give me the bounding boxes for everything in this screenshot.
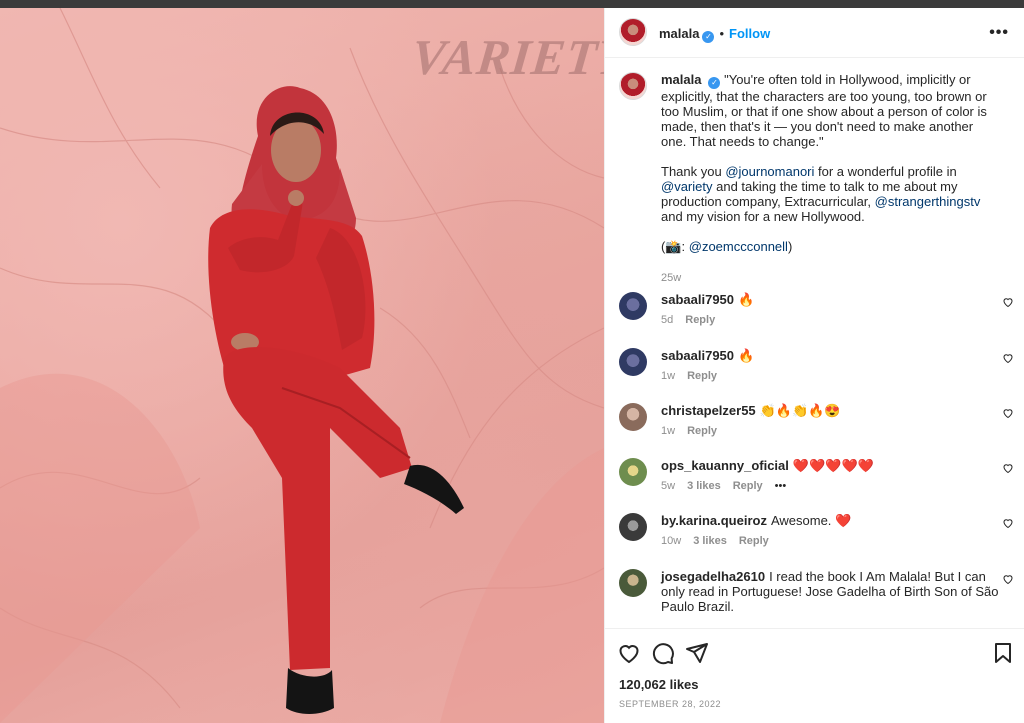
comment-meta: 5d Reply: [661, 314, 727, 326]
caption-credit-prefix: (📸:: [661, 239, 689, 254]
header-username[interactable]: malala: [659, 26, 699, 41]
avatar[interactable]: [619, 348, 647, 376]
comment-meta: 10w 3 likes Reply: [661, 535, 781, 547]
like-heart-icon[interactable]: [617, 641, 641, 665]
magazine-logo: VARIETY: [409, 29, 604, 85]
caption-meta: 25w: [661, 272, 693, 284]
comment-time: 1w: [661, 425, 676, 437]
comment-text: christapelzer55 👏🔥👏🔥😍: [661, 403, 1001, 418]
like-comment-heart-icon[interactable]: [1002, 517, 1014, 529]
comment-meta: 5w 3 likes Reply •••: [661, 480, 798, 492]
caption-credit-suffix: ): [787, 239, 793, 254]
comment-username[interactable]: sabaali7950: [661, 292, 734, 307]
caption-text-part: Thank you: [661, 164, 726, 179]
comment-time: 10w: [661, 535, 682, 547]
comment-text: by.karina.queiroz Awesome. ❤️: [661, 513, 1001, 528]
comment-body: ❤️❤️❤️❤️❤️: [792, 458, 874, 473]
verified-badge-icon: ✓: [708, 77, 721, 89]
reply-button[interactable]: Reply: [685, 314, 715, 326]
mention-link[interactable]: @zoemccconnell: [689, 239, 788, 254]
comment-username[interactable]: by.karina.queiroz: [661, 513, 767, 528]
post-photo[interactable]: VARIETY: [0, 8, 604, 723]
like-comment-heart-icon[interactable]: [1002, 296, 1014, 308]
avatar[interactable]: [619, 458, 647, 486]
likes-count[interactable]: 120,062 likes: [619, 677, 699, 692]
comment-username[interactable]: christapelzer55: [661, 403, 756, 418]
caption-text-part: and my vision for a new Hollywood.: [661, 209, 865, 224]
comment-options-icon[interactable]: •••: [775, 480, 787, 492]
comment-username[interactable]: sabaali7950: [661, 348, 734, 363]
comment-meta: 1w Reply: [661, 370, 729, 382]
comment-meta: 1w Reply: [661, 425, 729, 437]
caption-time: 25w: [661, 272, 682, 284]
caption-text-part: for a wonderful profile in: [814, 164, 957, 179]
avatar[interactable]: [619, 513, 647, 541]
photo-illustration: [0, 8, 604, 723]
post-date: SEPTEMBER 28, 2022: [619, 699, 722, 709]
avatar[interactable]: [619, 403, 647, 431]
mention-link[interactable]: @strangerthingstv: [875, 194, 981, 209]
mention-link[interactable]: @journomanori: [725, 164, 814, 179]
comment-body: 👏🔥👏🔥😍: [759, 403, 841, 418]
comment-body: Awesome. ❤️: [770, 513, 852, 528]
comment-likes[interactable]: 3 likes: [693, 535, 727, 547]
reply-button[interactable]: Reply: [739, 535, 769, 547]
comment-body: 🔥: [738, 348, 755, 363]
comment-text: sabaali7950 🔥: [661, 348, 1001, 363]
top-strip: [0, 0, 1024, 8]
reply-button[interactable]: Reply: [733, 480, 763, 492]
avatar[interactable]: [619, 569, 647, 597]
comment-username[interactable]: ops_kauanny_oficial: [661, 458, 789, 473]
comment-time: 1w: [661, 370, 676, 382]
caption-username[interactable]: malala: [661, 72, 701, 87]
comment-likes[interactable]: 3 likes: [687, 480, 721, 492]
comment-bubble-icon[interactable]: [651, 641, 675, 665]
comment-text: sabaali7950 🔥: [661, 292, 1001, 307]
post-actions: 120,062 likes SEPTEMBER 28, 2022: [605, 628, 1024, 723]
more-horizontal-icon[interactable]: •••: [989, 24, 1009, 42]
post-panel: malala ✓ • Follow ••• malala ✓ "You're often…: [604, 8, 1024, 723]
comment-time: 5d: [661, 314, 674, 326]
caption-text: malala ✓ "You're often told in Hollywood,…: [661, 72, 1001, 254]
verified-badge-icon: ✓: [702, 31, 715, 43]
header-user: malala ✓ • Follow: [659, 25, 770, 43]
avatar[interactable]: [619, 18, 647, 46]
avatar[interactable]: [619, 72, 647, 100]
post-header: malala ✓ • Follow •••: [605, 8, 1024, 58]
comment-text: josegadelha2610 I read the book I Am Mala…: [661, 569, 1001, 614]
reply-button[interactable]: Reply: [687, 425, 717, 437]
bookmark-icon[interactable]: [991, 641, 1015, 665]
share-send-icon[interactable]: [685, 641, 709, 665]
mention-link[interactable]: @variety: [661, 179, 713, 194]
like-comment-heart-icon[interactable]: [1002, 407, 1014, 419]
avatar[interactable]: [619, 292, 647, 320]
comment-text: ops_kauanny_oficial ❤️❤️❤️❤️❤️: [661, 458, 1001, 473]
comment-username[interactable]: josegadelha2610: [661, 569, 765, 584]
like-comment-heart-icon[interactable]: [1002, 573, 1014, 585]
comment-time: 5w: [661, 480, 676, 492]
like-comment-heart-icon[interactable]: [1002, 352, 1014, 364]
comments-section[interactable]: malala ✓ "You're often told in Hollywood,…: [605, 58, 1024, 628]
comment-body: 🔥: [738, 292, 755, 307]
like-comment-heart-icon[interactable]: [1002, 462, 1014, 474]
dot-separator: •: [719, 26, 725, 41]
reply-button[interactable]: Reply: [687, 370, 717, 382]
follow-button[interactable]: Follow: [729, 26, 770, 41]
